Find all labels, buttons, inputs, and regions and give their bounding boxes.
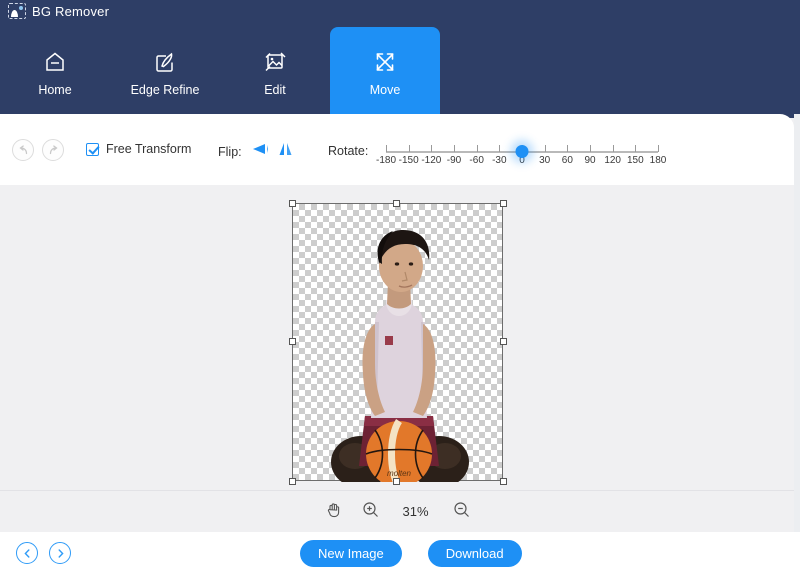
redo-button[interactable] xyxy=(42,139,64,161)
zoom-level: 31% xyxy=(402,504,429,519)
prev-button[interactable] xyxy=(16,542,38,564)
slider-tick xyxy=(658,145,659,152)
free-transform-label: Free Transform xyxy=(106,142,192,156)
subject-image[interactable]: molten xyxy=(293,204,504,482)
slider-tick xyxy=(567,145,569,152)
app-title: BG Remover xyxy=(32,3,110,19)
slider-tick-label: -150 xyxy=(398,155,419,166)
checkbox-box xyxy=(86,142,99,156)
rotate-label: Rotate: xyxy=(328,144,369,158)
resize-handle-middle-right[interactable] xyxy=(499,337,507,345)
undo-button[interactable] xyxy=(12,139,34,161)
slider-tick-label: -90 xyxy=(446,155,462,166)
image-crop-icon xyxy=(262,49,288,75)
download-button[interactable]: Download xyxy=(427,540,522,567)
bg-remover-app: BG Remover Home Edge Refine Edit Move Fr… xyxy=(0,0,800,573)
resize-handle-bottom-right[interactable] xyxy=(499,477,507,485)
rotate-slider[interactable]: -180 -150 -120 -90 -60 -30 0 30 60 90 120 150 180 xyxy=(376,138,666,170)
slider-tick xyxy=(476,145,478,152)
slider-tick xyxy=(635,145,637,152)
nav-label-edge-refine: Edge Refine xyxy=(130,82,200,97)
selection-box[interactable]: molten xyxy=(288,199,507,485)
nav-item-edge-refine[interactable]: Edge Refine xyxy=(110,27,220,118)
pen-square-icon xyxy=(152,49,178,75)
flip-label: Flip: xyxy=(218,144,242,159)
resize-handle-top-left[interactable] xyxy=(288,199,296,207)
zoom-bar: 31% xyxy=(0,490,794,532)
nav-label-edit: Edit xyxy=(264,82,286,97)
slider-tick xyxy=(454,145,455,152)
slider-tick-label: -180 xyxy=(375,155,397,166)
home-icon xyxy=(42,49,68,75)
flip-horizontal-icon[interactable] xyxy=(251,141,269,162)
slider-tick xyxy=(386,145,387,152)
zoom-out-icon[interactable] xyxy=(453,501,470,523)
resize-handle-bottom-left[interactable] xyxy=(288,477,296,485)
app-header: BG Remover Home Edge Refine Edit Move xyxy=(0,0,800,118)
slider-tick-label: 120 xyxy=(604,155,621,166)
slider-tick-label: -120 xyxy=(421,155,442,166)
slider-tick-label: 90 xyxy=(584,155,596,166)
slider-tick xyxy=(544,145,546,152)
resize-handle-top-center[interactable] xyxy=(393,199,400,207)
image-placeholder-icon xyxy=(8,3,26,19)
resize-handle-bottom-center[interactable] xyxy=(393,477,400,485)
slider-tick-label: 150 xyxy=(626,155,644,166)
hand-pan-icon[interactable] xyxy=(325,501,342,523)
action-buttons: New Image Download xyxy=(300,540,522,567)
editor-canvas[interactable]: molten xyxy=(0,185,794,490)
slider-tick xyxy=(499,145,501,152)
slider-tick xyxy=(612,145,614,152)
new-image-button[interactable]: New Image xyxy=(300,540,402,567)
slider-tick xyxy=(431,145,433,152)
slider-tick-label: -60 xyxy=(469,155,484,166)
slider-tick-label: 30 xyxy=(539,155,551,166)
nav-label-move: Move xyxy=(369,82,401,97)
slider-handle[interactable] xyxy=(515,145,529,158)
flip-controls: Flip: xyxy=(218,141,294,162)
slider-tick-label: 180 xyxy=(649,155,667,166)
nav-item-home[interactable]: Home xyxy=(0,27,110,118)
slider-tick-label: -30 xyxy=(492,155,507,166)
slider-tick xyxy=(590,145,591,152)
resize-handle-top-right[interactable] xyxy=(499,199,507,207)
bottom-bar: New Image Download xyxy=(0,532,800,573)
main-nav: Home Edge Refine Edit Move xyxy=(0,27,800,118)
nav-item-move[interactable]: Move xyxy=(330,27,440,118)
zoom-in-icon[interactable] xyxy=(362,501,379,523)
flip-vertical-icon[interactable] xyxy=(278,141,294,162)
nav-label-home: Home xyxy=(38,82,72,97)
slider-tick xyxy=(408,145,410,152)
slider-tick-label: 60 xyxy=(561,155,573,166)
move-arrows-icon xyxy=(372,49,398,75)
resize-handle-middle-left[interactable] xyxy=(288,337,296,345)
next-button[interactable] xyxy=(49,542,71,564)
vertical-scrollbar[interactable] xyxy=(794,114,800,532)
page-navigation xyxy=(16,542,71,564)
history-buttons xyxy=(12,139,64,161)
brand: BG Remover xyxy=(8,3,109,19)
free-transform-checkbox[interactable]: Free Transform xyxy=(86,142,191,156)
nav-item-edit[interactable]: Edit xyxy=(220,27,330,118)
